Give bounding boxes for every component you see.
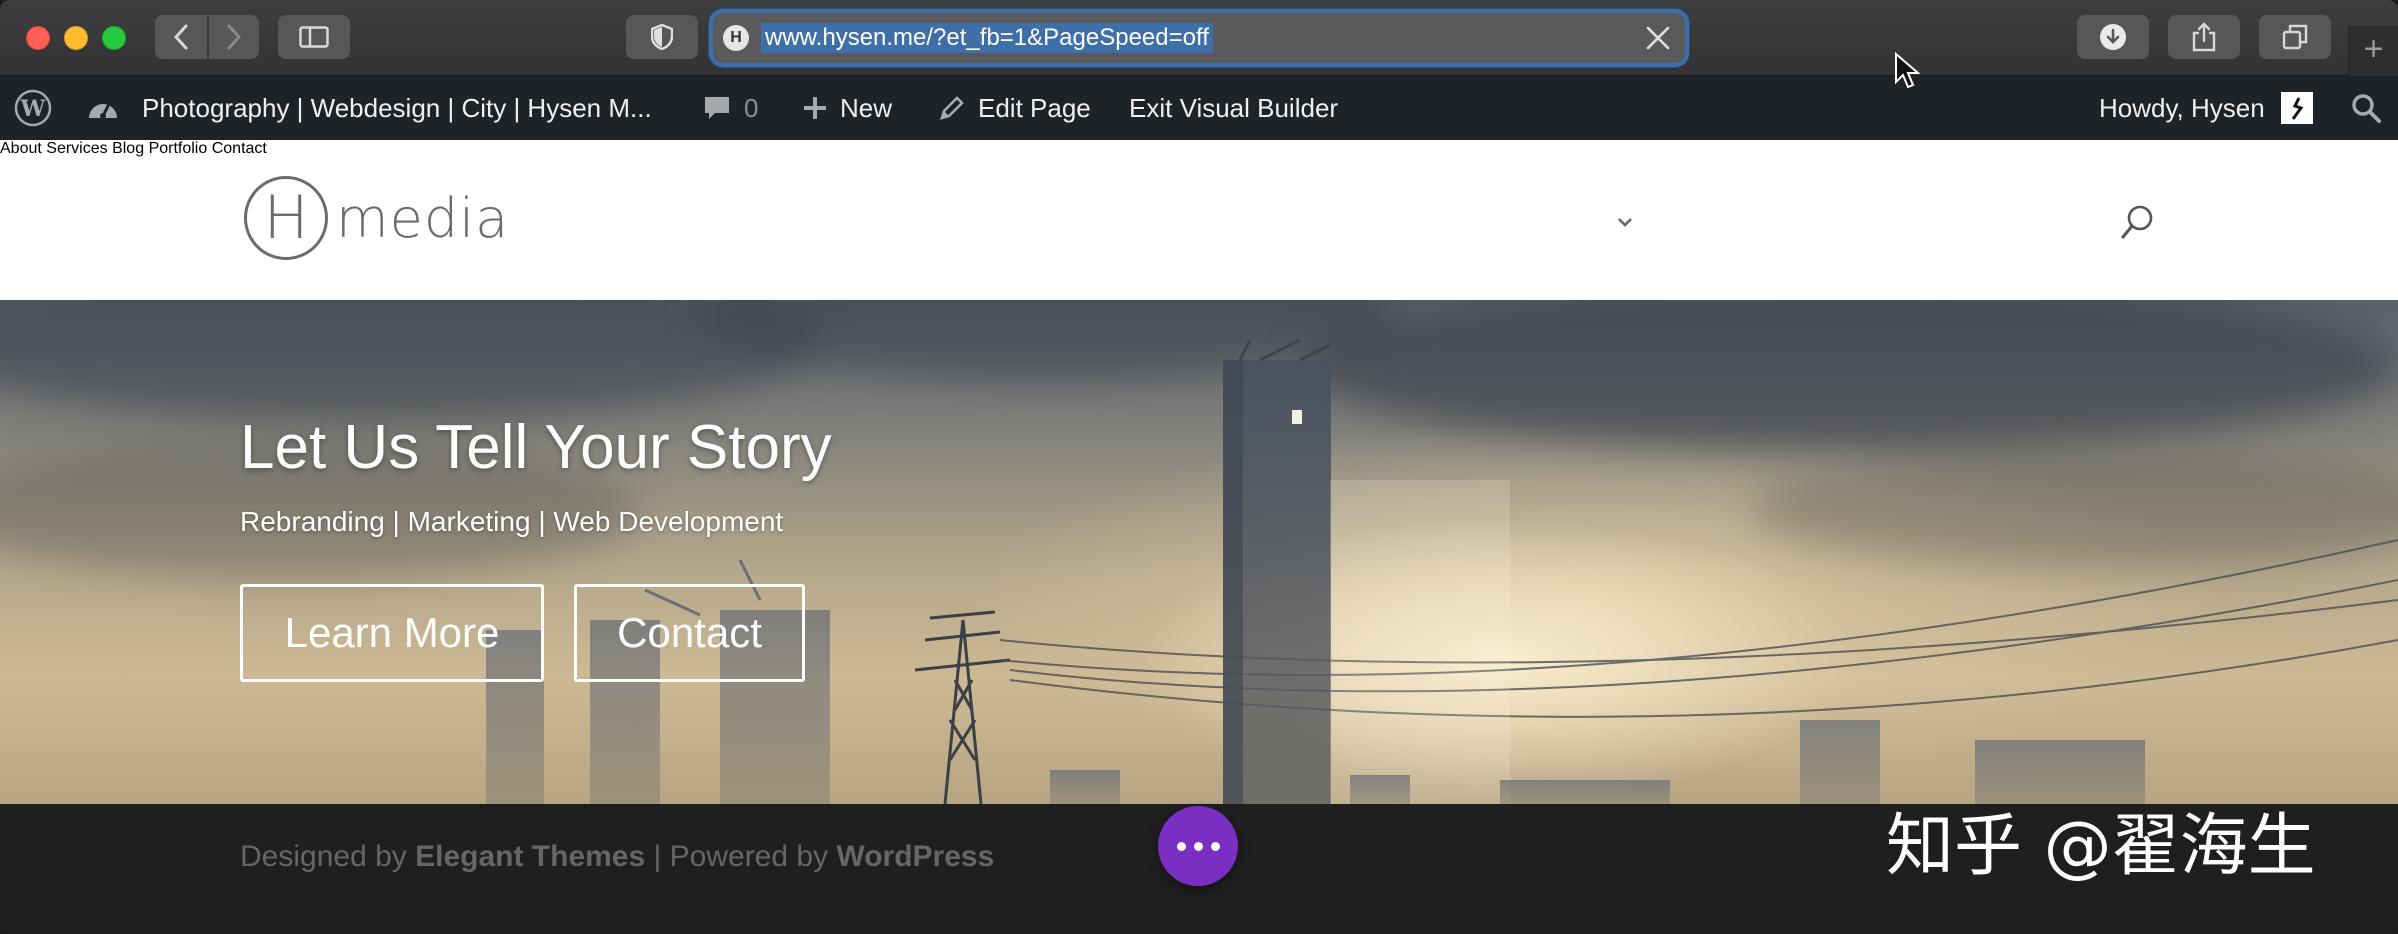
- hero-section: Let Us Tell Your Story Rebranding | Mark…: [0, 300, 2398, 804]
- mouse-cursor-icon: [1895, 52, 1920, 89]
- clear-url-button[interactable]: [1645, 25, 1671, 56]
- zoom-window-button[interactable]: [102, 26, 126, 50]
- admin-search-button[interactable]: [2350, 76, 2382, 140]
- wp-logo-menu[interactable]: W: [14, 76, 52, 140]
- logo-mark: H: [244, 176, 328, 260]
- browser-window: H www.hysen.me/?et_fb=1&PageSpeed=off + …: [0, 0, 2398, 934]
- download-icon: [2100, 24, 2126, 50]
- privacy-report-button[interactable]: [626, 15, 698, 59]
- chevron-down-icon[interactable]: [1616, 216, 1634, 228]
- nav-about[interactable]: About: [0, 140, 42, 157]
- learn-more-button[interactable]: Learn More: [240, 584, 544, 682]
- avatar: [2280, 92, 2313, 124]
- new-label: New: [840, 92, 893, 123]
- url-text[interactable]: www.hysen.me/?et_fb=1&PageSpeed=off: [761, 23, 1213, 53]
- site-title: Photography | Webdesign | City | Hysen M…: [142, 92, 652, 123]
- new-content-menu[interactable]: New: [802, 76, 892, 140]
- more-dots-icon: [1176, 841, 1220, 851]
- pencil-icon: [940, 96, 964, 120]
- nav-contact[interactable]: Contact: [212, 140, 267, 157]
- forward-button[interactable]: [209, 15, 259, 59]
- logo-wordmark: media: [336, 186, 510, 250]
- site-header: H media About Services Blog Portfolio Co…: [0, 140, 2398, 300]
- main-nav: About Services Blog Portfolio Contact: [0, 140, 2398, 227]
- tabs-icon: [2282, 24, 2308, 50]
- svg-text:W: W: [20, 96, 46, 122]
- watermark-text: 知乎 @翟海生: [1886, 807, 2316, 886]
- hero-subtitle: Rebranding | Marketing | Web Development: [240, 506, 784, 537]
- search-icon: [2352, 94, 2381, 123]
- tab-overview-button[interactable]: [2259, 15, 2331, 59]
- dashboard-icon: [89, 102, 117, 119]
- account-menu[interactable]: Howdy, Hysen: [2099, 76, 2313, 140]
- wordpress-icon: W: [14, 89, 52, 127]
- city-skyline-image: [486, 338, 2398, 804]
- site-name-menu[interactable]: Photography | Webdesign | City | Hysen M…: [86, 76, 652, 140]
- clear-icon: [1646, 26, 1670, 50]
- howdy-text: Howdy, Hysen: [2099, 92, 2265, 123]
- wordpress-link[interactable]: WordPress: [836, 840, 994, 873]
- search-icon: [2121, 205, 2153, 239]
- exit-visual-builder-link[interactable]: Exit Visual Builder: [1129, 76, 1338, 140]
- share-button[interactable]: [2168, 15, 2240, 59]
- comments-count: 0: [744, 92, 759, 123]
- shield-icon: [651, 24, 673, 50]
- contact-button[interactable]: Contact: [574, 584, 805, 682]
- header-search-button[interactable]: [2118, 202, 2158, 247]
- plus-icon: [804, 97, 826, 119]
- comment-icon: [705, 97, 729, 119]
- back-button[interactable]: [155, 15, 207, 59]
- site-favicon: H: [723, 25, 749, 51]
- browser-toolbar: H www.hysen.me/?et_fb=1&PageSpeed=off +: [0, 0, 2398, 76]
- nav-blog[interactable]: Blog: [112, 140, 144, 157]
- new-tab-button[interactable]: +: [2348, 26, 2398, 76]
- close-window-button[interactable]: [26, 26, 50, 50]
- hero-title: Let Us Tell Your Story: [240, 413, 832, 482]
- forward-arrow-icon: [227, 24, 242, 50]
- wp-admin-bar: W Photography | Webdesign | City | Hysen…: [0, 76, 2398, 140]
- address-bar[interactable]: H www.hysen.me/?et_fb=1&PageSpeed=off: [713, 13, 1685, 63]
- powered-by-text: | Powered by: [645, 840, 837, 873]
- builder-settings-button[interactable]: [1158, 806, 1238, 886]
- exit-visual-builder-label: Exit Visual Builder: [1129, 92, 1339, 123]
- minimize-window-button[interactable]: [64, 26, 88, 50]
- elegant-themes-link[interactable]: Elegant Themes: [415, 840, 645, 873]
- nav-portfolio[interactable]: Portfolio: [149, 140, 208, 157]
- sidebar-icon: [299, 26, 329, 48]
- nav-services[interactable]: Services: [46, 140, 107, 157]
- share-icon: [2192, 22, 2216, 52]
- edit-page-link[interactable]: Edit Page: [938, 76, 1091, 140]
- sidebar-button[interactable]: [278, 15, 350, 59]
- designed-by-text: Designed by: [240, 840, 416, 873]
- edit-page-label: Edit Page: [978, 92, 1091, 123]
- downloads-button[interactable]: [2077, 15, 2149, 59]
- comments-menu[interactable]: 0: [702, 76, 758, 140]
- site-logo[interactable]: H media: [244, 176, 509, 260]
- footer-credit: Designed by Elegant Themes | Powered by …: [240, 840, 994, 874]
- back-arrow-icon: [173, 24, 188, 50]
